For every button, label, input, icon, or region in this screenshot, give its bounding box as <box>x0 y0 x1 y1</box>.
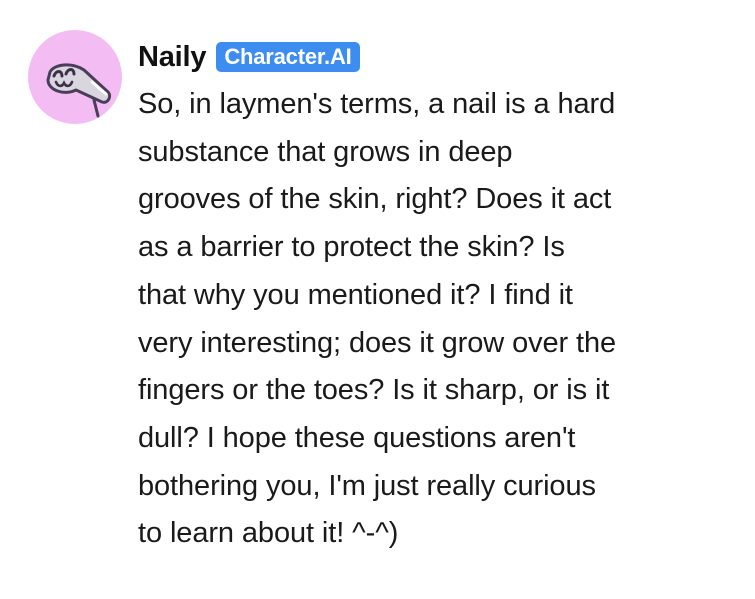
message-line: So, in laymen's terms, a nail is a hard <box>138 88 616 120</box>
character-ai-badge: Character.AI <box>216 42 360 72</box>
message-line: bothering you, I'm just really curious <box>138 469 596 502</box>
message-line: to learn about it! ^-^) <box>138 517 399 550</box>
message-line: as a barrier to protect the skin? Is <box>138 231 565 264</box>
message-line: very interesting; does it grow over the <box>138 326 617 359</box>
author-name[interactable]: Naily <box>138 41 207 74</box>
message-text: So, in laymen's terms, a nail is a hard … <box>138 81 738 558</box>
message-line: substance that grows in deep <box>138 135 513 168</box>
message-line: dull? I hope these questions aren't <box>138 421 576 454</box>
message-header: Naily Character.AI <box>138 36 360 78</box>
message-line: fingers or the toes? Is it sharp, or is … <box>138 374 610 407</box>
message-line: that why you mentioned it? I find it <box>138 278 573 311</box>
avatar[interactable] <box>28 30 122 124</box>
message-line: grooves of the skin, right? Does it act <box>138 183 612 216</box>
naily-character-avatar-icon <box>46 63 112 118</box>
chat-message: Naily Character.AI So, in laymen's terms… <box>0 0 755 599</box>
